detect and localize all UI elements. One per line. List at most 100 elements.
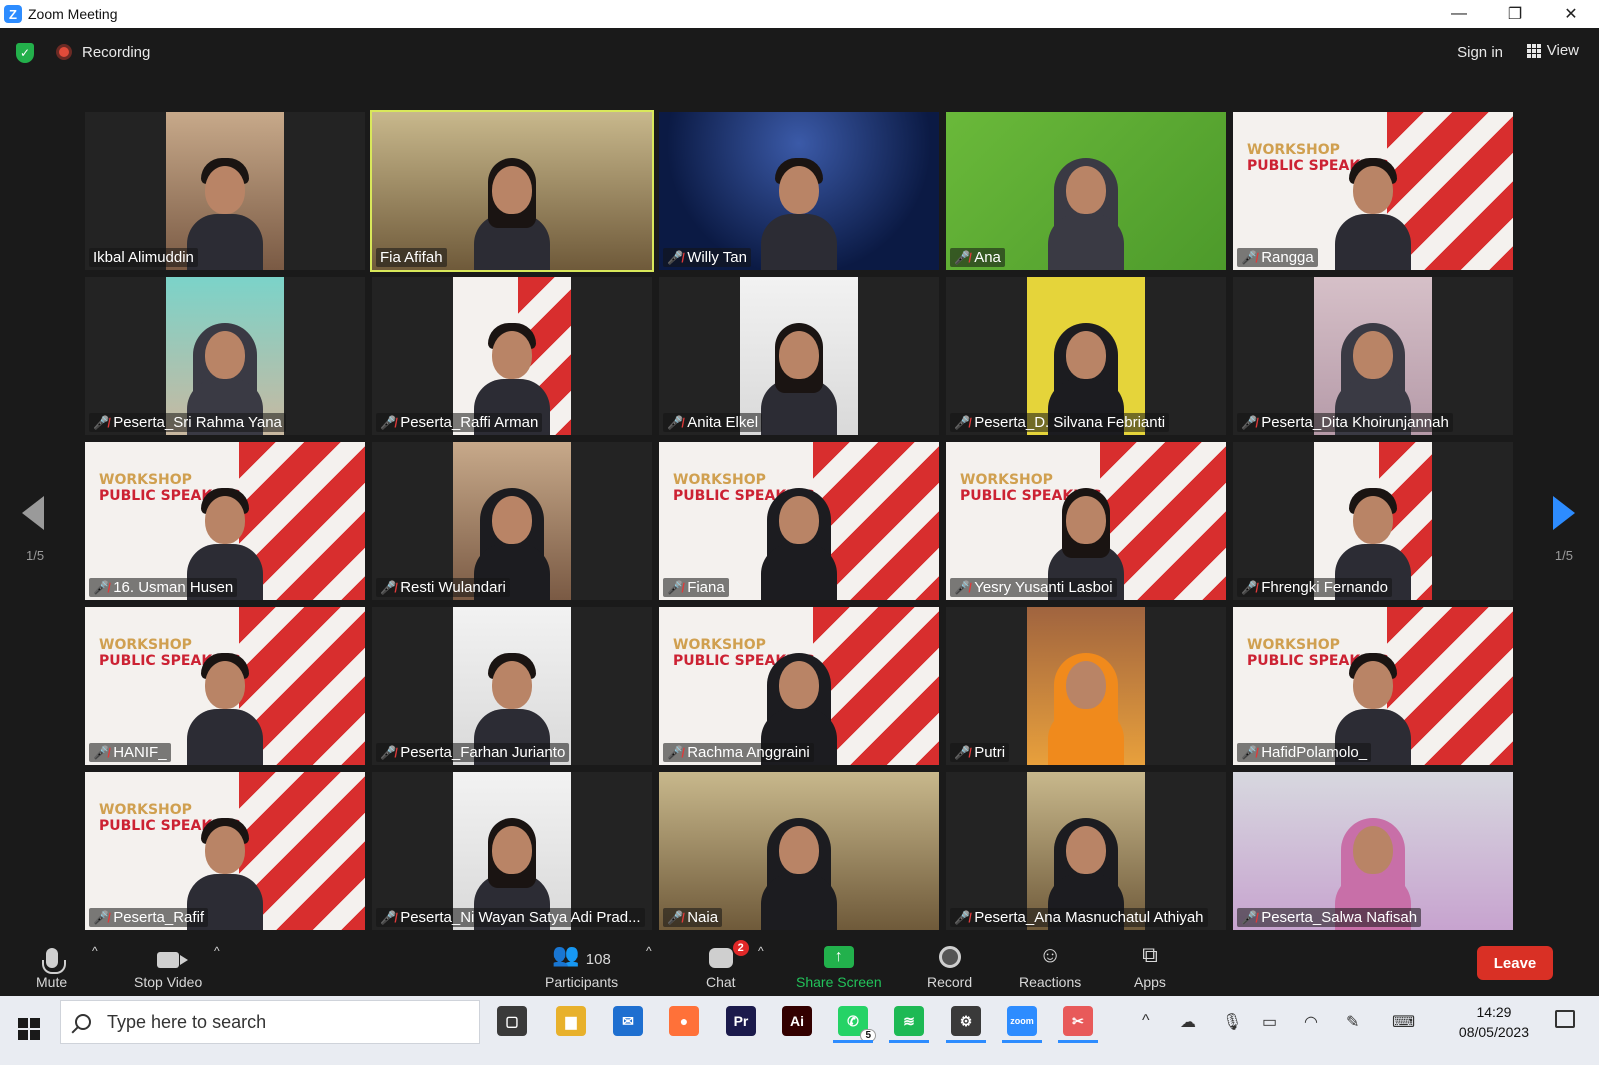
reactions-button[interactable]: ☺ Reactions <box>1019 934 1081 990</box>
next-page-arrow-icon[interactable] <box>1553 496 1575 530</box>
video-camera-icon <box>157 952 189 968</box>
participant-name-label: 🎤̸ HafidPolamolo_ <box>1237 743 1372 762</box>
video-tile[interactable]: 🎤̸ Peserta_D. Silvana Febrianti <box>946 277 1226 435</box>
record-icon <box>938 946 961 968</box>
spotify-icon[interactable]: ≋ <box>894 1006 924 1036</box>
windows-taskbar: Type here to search ▢ ▆ ✉ ● Pr Ai ✆ 5 ≋ ⚙ zoom ✂ ^ … <box>0 996 1599 1065</box>
video-tile[interactable]: 🎤̸ Peserta_Ana Masnuchatul Athiyah <box>946 772 1226 930</box>
video-tile[interactable]: 🎤̸ Peserta_Raffi Arman <box>372 277 652 435</box>
video-tile[interactable]: Ikbal Alimuddin <box>85 112 365 270</box>
task-view-icon[interactable]: ▢ <box>497 1006 527 1036</box>
participants-button[interactable]: 👥 108 Participants <box>545 934 618 990</box>
video-tile[interactable]: 🎤̸ Resti Wulandari <box>372 442 652 600</box>
battery-icon[interactable]: ▭ <box>1262 1012 1277 1032</box>
windows-start-icon[interactable] <box>18 1018 40 1040</box>
share-screen-button[interactable]: ↑ Share Screen <box>796 934 882 990</box>
video-tile[interactable]: WORKSHOP PUBLIC SPEAKING 🎤̸ Peserta_Rafif <box>85 772 365 930</box>
stop-video-button[interactable]: Stop Video <box>134 934 202 990</box>
microphone-tray-icon[interactable]: 🎙 <box>1222 1012 1242 1032</box>
illustrator-icon[interactable]: Ai <box>782 1006 812 1036</box>
whatsapp-icon[interactable]: ✆ 5 <box>838 1006 876 1042</box>
participant-name: Peserta_Ni Wayan Satya Adi Prad... <box>400 909 641 926</box>
search-icon <box>75 1014 91 1030</box>
record-button[interactable]: Record <box>927 934 972 990</box>
zoom-icon[interactable]: zoom <box>1007 1006 1037 1036</box>
video-tile[interactable]: WORKSHOP PUBLIC SPEAKING 🎤̸ 16. Usman Husen <box>85 442 365 600</box>
sign-in-link[interactable]: Sign in <box>1457 44 1503 61</box>
muted-microphone-icon: 🎤̸ <box>954 909 971 925</box>
video-tile[interactable]: WORKSHOP PUBLIC SPEAKING 🎤̸ Fiana <box>659 442 939 600</box>
video-tile[interactable]: 🎤̸ Naia <box>659 772 939 930</box>
clock-time: 14:29 <box>1476 1004 1512 1020</box>
participant-name-label: 🎤̸ Peserta_Rafif <box>89 908 209 927</box>
video-tile[interactable]: 🎤̸ Peserta_Sri Rahma Yana <box>85 277 365 435</box>
video-feed <box>1314 277 1432 435</box>
firefox-icon[interactable]: ● <box>669 1006 699 1036</box>
muted-microphone-icon: 🎤̸ <box>1241 909 1258 925</box>
video-feed <box>1233 772 1513 930</box>
participant-silhouette <box>183 647 267 765</box>
video-tile[interactable]: WORKSHOP PUBLIC SPEAKING 🎤̸ HafidPolamolo_ <box>1233 607 1513 765</box>
video-tile[interactable]: 🎤̸ Peserta_Ni Wayan Satya Adi Prad... <box>372 772 652 930</box>
taskbar-search-input[interactable]: Type here to search <box>60 1000 480 1044</box>
audio-options-caret-icon[interactable]: ^ <box>92 944 98 958</box>
apps-button[interactable]: ⧉ Apps <box>1134 934 1166 990</box>
video-tile[interactable]: WORKSHOP PUBLIC SPEAKING 🎤̸ Yesry Yusanti L… <box>946 442 1226 600</box>
window-controls: — ❐ ✕ <box>1431 0 1599 28</box>
wifi-icon[interactable]: ◠ <box>1304 1012 1318 1032</box>
video-tile[interactable]: 🎤̸ Peserta_Salwa Nafisah <box>1233 772 1513 930</box>
restore-button[interactable]: ❐ <box>1487 0 1543 28</box>
participant-silhouette <box>1044 647 1128 765</box>
snipping-tool-icon[interactable]: ✂ <box>1063 1006 1093 1036</box>
video-tile[interactable]: Fia Afifah <box>370 110 654 272</box>
video-tile[interactable]: 🎤̸ Fhrengki Fernando <box>1233 442 1513 600</box>
recording-indicator-icon[interactable] <box>56 44 72 60</box>
chat-unread-badge: 2 <box>732 940 749 956</box>
minimize-button[interactable]: — <box>1431 0 1487 28</box>
chat-options-caret-icon[interactable]: ^ <box>758 944 764 958</box>
video-feed <box>453 607 571 765</box>
taskbar-clock[interactable]: 14:29 08/05/2023 <box>1459 1002 1529 1042</box>
video-feed <box>1027 607 1145 765</box>
keyboard-icon[interactable]: ⌨ <box>1392 1012 1415 1032</box>
active-app-indicator <box>833 1040 873 1043</box>
chat-button[interactable]: 2 Chat <box>706 934 749 990</box>
participants-options-caret-icon[interactable]: ^ <box>646 944 652 958</box>
close-button[interactable]: ✕ <box>1543 0 1599 28</box>
muted-microphone-icon: 🎤̸ <box>380 579 397 595</box>
muted-microphone-icon: 🎤̸ <box>1241 744 1258 760</box>
video-tile[interactable]: WORKSHOP PUBLIC SPEAKING 🎤̸ HANIF_ <box>85 607 365 765</box>
participant-name: HafidPolamolo_ <box>1261 744 1368 761</box>
video-tile[interactable]: 🎤̸ Ana <box>946 112 1226 270</box>
video-tile[interactable]: 🎤̸ Putri <box>946 607 1226 765</box>
leave-button[interactable]: Leave <box>1477 946 1553 980</box>
security-shield-icon[interactable]: ✓ <box>16 43 34 63</box>
share-screen-label: Share Screen <box>796 974 882 990</box>
participant-name: Putri <box>974 744 1006 761</box>
video-tile[interactable]: 🎤̸ Willy Tan <box>659 112 939 270</box>
mute-button[interactable]: Mute <box>36 934 67 990</box>
video-tile[interactable]: 🎤̸ Peserta_Farhan Jurianto <box>372 607 652 765</box>
video-tile[interactable]: WORKSHOP PUBLIC SPEAKING 🎤̸ Rachma Anggrain… <box>659 607 939 765</box>
chat-icon: 2 <box>708 940 749 968</box>
pen-icon[interactable]: ✎ <box>1346 1012 1359 1032</box>
video-tile[interactable]: 🎤̸ Anita Elkel <box>659 277 939 435</box>
previous-page-arrow-icon[interactable] <box>22 496 44 530</box>
video-feed <box>453 277 571 435</box>
participant-name-label: 🎤̸ Peserta_Salwa Nafisah <box>1237 908 1422 927</box>
file-explorer-icon[interactable]: ▆ <box>556 1006 586 1036</box>
show-hidden-icons-icon[interactable]: ^ <box>1142 1012 1150 1030</box>
notifications-icon[interactable] <box>1555 1010 1575 1028</box>
premiere-pro-icon[interactable]: Pr <box>726 1006 756 1036</box>
video-feed <box>1314 442 1432 600</box>
video-tile[interactable]: 🎤̸ Peserta_Dita Khoirunjannah <box>1233 277 1513 435</box>
video-options-caret-icon[interactable]: ^ <box>214 944 220 958</box>
muted-microphone-icon: 🎤̸ <box>667 909 684 925</box>
video-tile[interactable]: WORKSHOP PUBLIC SPEAKING 🎤̸ Rangga <box>1233 112 1513 270</box>
participant-name-label: Ikbal Alimuddin <box>89 248 198 267</box>
muted-microphone-icon: 🎤̸ <box>380 414 397 430</box>
mail-icon[interactable]: ✉ <box>613 1006 643 1036</box>
settings-icon[interactable]: ⚙ <box>951 1006 981 1036</box>
onedrive-cloud-icon[interactable]: ☁ <box>1180 1012 1196 1032</box>
view-button[interactable]: View <box>1526 42 1579 59</box>
